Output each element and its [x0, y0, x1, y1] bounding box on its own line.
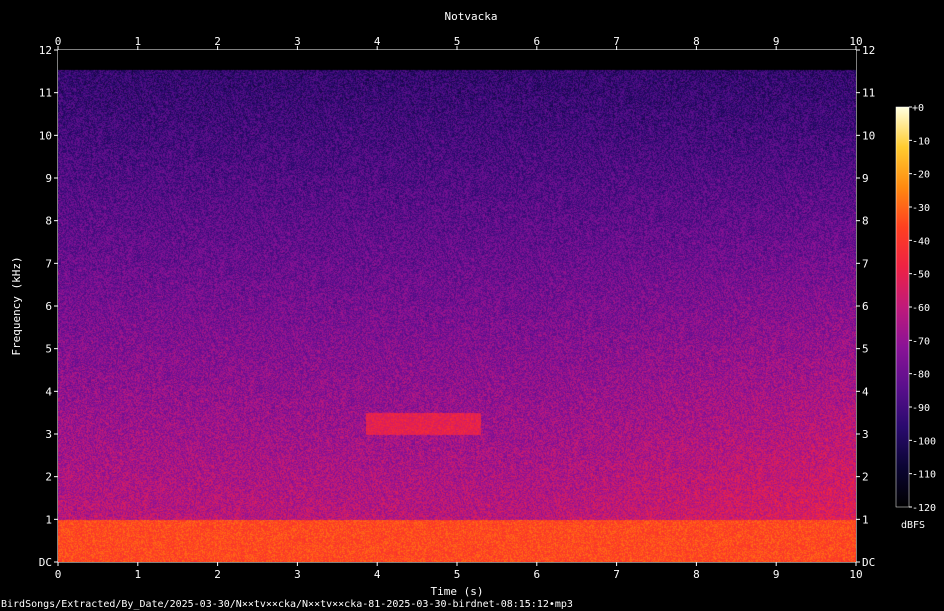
- colorbar-tick-label: -10: [912, 136, 930, 147]
- x-tick-label: 7: [613, 568, 620, 581]
- x-tick-label-top: 4: [374, 35, 381, 48]
- footer-filename: BirdSongs/Extracted/By_Date/2025-03-30/N…: [1, 599, 573, 610]
- x-tick-label: 6: [533, 568, 540, 581]
- x-tick-label-top: 8: [693, 35, 700, 48]
- colorbar-tick-label: -60: [912, 303, 930, 314]
- x-tick-label-top: 5: [454, 35, 461, 48]
- y-tick-label-right: 1: [862, 513, 869, 526]
- colorbar-tick-label: -120: [912, 503, 936, 514]
- y-axis-label: Frequency (kHz): [10, 256, 23, 355]
- x-axis-label: Time (s): [431, 585, 484, 598]
- colorbar-tick-label: -70: [912, 336, 930, 347]
- x-tick-label-top: 3: [294, 35, 301, 48]
- x-tick-labels-top: 0 1 2 3 4 5 6 7 8 9 10: [55, 35, 863, 48]
- colorbar: +0 -10 -20 -30 -40 -50 -60 -70 -80 -90 -100 -110 -12…: [895, 103, 936, 514]
- y-tick-label: 8: [45, 215, 52, 228]
- colorbar-tick-label: -50: [912, 270, 930, 281]
- y-tick-label: 9: [45, 172, 52, 185]
- x-tick-label: 8: [693, 568, 700, 581]
- x-tick-labels-bottom: 0 1 2 3 4 5 6 7 8 9 10: [55, 568, 863, 581]
- colorbar-label: dBFS: [901, 520, 925, 531]
- x-tick-label-top: 2: [214, 35, 221, 48]
- chart-title: Notvacka: [445, 10, 498, 23]
- y-tick-label-right: 2: [862, 471, 869, 484]
- y-tick-label-right: 12: [862, 44, 875, 57]
- y-tick-label-right: 9: [862, 172, 869, 185]
- y-tick-label: 3: [45, 428, 52, 441]
- y-tick-label-right: 5: [862, 343, 869, 356]
- y-tick-label-right: 7: [862, 257, 869, 270]
- x-tick-label: 9: [773, 568, 780, 581]
- x-tick-label-top: 7: [613, 35, 620, 48]
- y-tick-label: 11: [39, 87, 52, 100]
- colorbar-tick-label: -100: [912, 436, 936, 447]
- colorbar-tick-label: -80: [912, 370, 930, 381]
- y-tick-label-right: 11: [862, 87, 875, 100]
- y-tick-label-right: 4: [862, 385, 869, 398]
- x-tick-label: 4: [374, 568, 381, 581]
- colorbar-tick-label: -40: [912, 236, 930, 247]
- y-tick-labels-right: DC123456789101112: [862, 44, 875, 569]
- x-tick-label: 1: [134, 568, 141, 581]
- x-tick-label-top: 10: [849, 35, 862, 48]
- y-tick-label: 4: [45, 385, 52, 398]
- y-tick-label-right: DC: [862, 556, 875, 569]
- x-tick-label-top: 6: [533, 35, 540, 48]
- colorbar-scale: [895, 106, 910, 508]
- x-tick-label: 2: [214, 568, 221, 581]
- y-tick-label-right: 3: [862, 428, 869, 441]
- x-tick-label: 3: [294, 568, 301, 581]
- x-tick-label-top: 0: [55, 35, 62, 48]
- y-tick-label: 2: [45, 471, 52, 484]
- x-tick-label: 10: [849, 568, 862, 581]
- x-tick-label-top: 1: [134, 35, 141, 48]
- y-tick-label-right: 10: [862, 129, 875, 142]
- y-tick-label: 5: [45, 343, 52, 356]
- y-tick-label: 1: [45, 513, 52, 526]
- colorbar-tick-label: -30: [912, 203, 930, 214]
- y-tick-label: 12: [39, 44, 52, 57]
- y-tick-label: 6: [45, 300, 52, 313]
- x-tick-label: 0: [55, 568, 62, 581]
- x-tick-label-top: 9: [773, 35, 780, 48]
- colorbar-tick-label: -110: [912, 470, 936, 481]
- y-tick-label-right: 8: [862, 215, 869, 228]
- y-tick-label: DC: [39, 556, 52, 569]
- colorbar-tick-label: +0: [912, 103, 924, 114]
- y-tick-labels-left: DC123456789101112: [39, 44, 53, 569]
- y-tick-label-right: 6: [862, 300, 869, 313]
- y-tick-label: 7: [45, 257, 52, 270]
- x-tick-label: 5: [454, 568, 461, 581]
- colorbar-tick-label: -20: [912, 170, 930, 181]
- colorbar-tick-label: -90: [912, 403, 930, 414]
- y-tick-label: 10: [39, 129, 52, 142]
- spectrogram-heatmap: [58, 50, 856, 562]
